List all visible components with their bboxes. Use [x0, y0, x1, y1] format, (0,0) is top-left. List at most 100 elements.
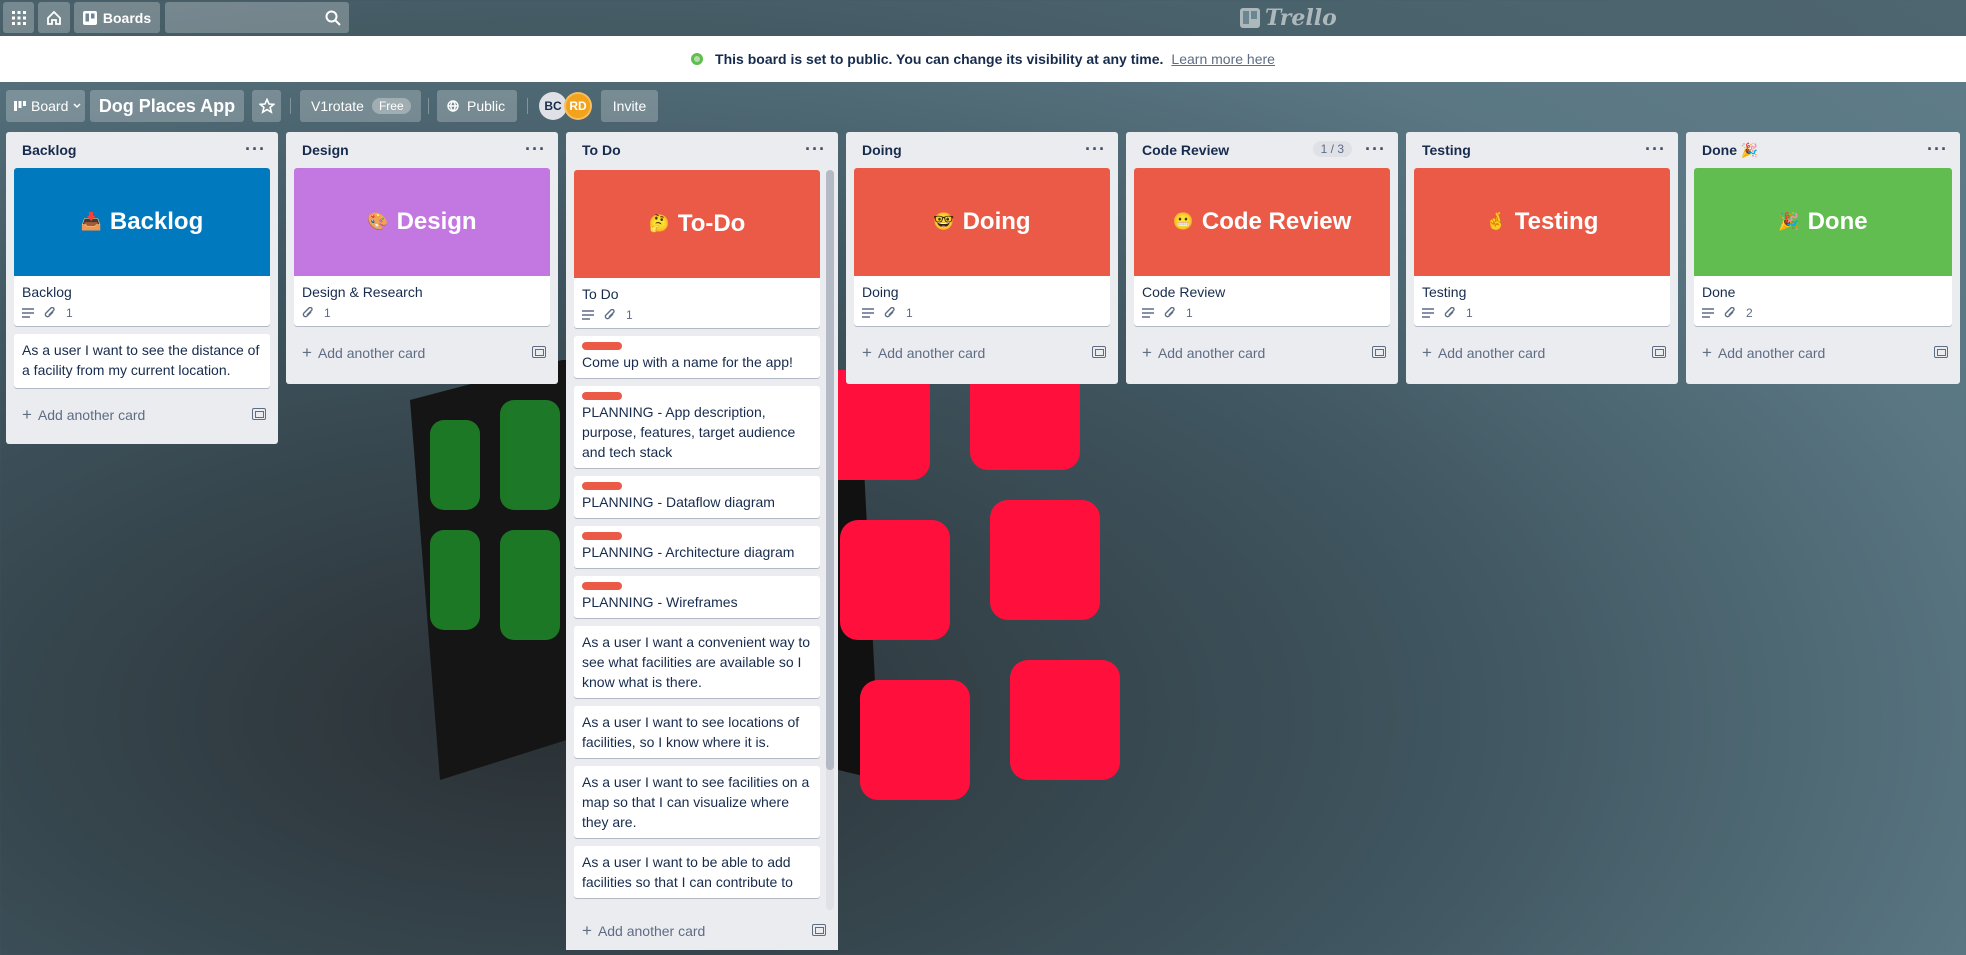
list-title[interactable]: Testing [1422, 142, 1471, 158]
list-title[interactable]: To Do [582, 142, 621, 158]
card-template-icon[interactable] [1372, 346, 1386, 358]
add-card-label: Add another card [1157, 345, 1266, 361]
banner-message: This board is set to public. You can cha… [715, 51, 1164, 67]
list-header[interactable]: Backlog ··· [6, 132, 278, 168]
trello-logo[interactable]: Trello [1240, 4, 1337, 32]
list-card[interactable]: As a user I want a convenient way to see… [574, 626, 820, 698]
list-header[interactable]: Code Review 1 / 3 ··· [1126, 132, 1398, 168]
list-card[interactable]: 😬 Code Review Code Review 1 [1134, 168, 1390, 326]
card-template-icon[interactable] [1934, 346, 1948, 358]
more-icon[interactable]: ··· [245, 139, 266, 160]
more-icon[interactable]: ··· [1645, 139, 1666, 160]
add-card-button[interactable]: + Add another card [286, 334, 558, 372]
list-title[interactable]: Backlog [22, 142, 76, 158]
card-label [574, 526, 820, 540]
add-card-button[interactable]: + Add another card [1126, 334, 1398, 372]
card-title: Code Review [1142, 284, 1226, 300]
add-card-button[interactable]: + Add another card [1406, 334, 1678, 372]
list-header[interactable]: Design ··· [286, 132, 558, 168]
boards-button[interactable]: Boards [74, 2, 160, 33]
list-card[interactable]: PLANNING - Wireframes [574, 576, 820, 618]
list-header[interactable]: Done 🎉 ··· [1686, 132, 1960, 168]
list-title[interactable]: Done 🎉 [1702, 142, 1758, 159]
list-card[interactable]: 🤔 To-Do To Do 1 [574, 170, 820, 328]
search-input[interactable] [165, 2, 315, 33]
learn-more-link[interactable]: Learn more here [1171, 51, 1275, 67]
cover-text: Testing [1514, 208, 1599, 235]
star-board-button[interactable] [252, 90, 281, 122]
add-card-button[interactable]: + Add another card [566, 912, 838, 950]
add-card-label: Add another card [597, 923, 706, 939]
home-icon [47, 10, 61, 25]
visibility-label: Public [467, 98, 506, 114]
more-icon[interactable]: ··· [805, 139, 826, 160]
public-board-banner: This board is set to public. You can cha… [0, 36, 1966, 82]
list-card[interactable]: PLANNING - Dataflow diagram [574, 476, 820, 518]
apps-menu-button[interactable] [3, 2, 34, 33]
member-avatar[interactable]: BC [539, 92, 567, 120]
list-title[interactable]: Doing [862, 142, 902, 158]
board-title[interactable]: Dog Places App [90, 90, 244, 122]
visibility-button[interactable]: Public [437, 90, 517, 122]
list-card[interactable]: 🎉 Done Done 2 [1694, 168, 1952, 326]
description-icon [22, 308, 34, 318]
board-view-label: Board [31, 98, 69, 114]
list-card[interactable]: As a user I want to see facilities on a … [574, 766, 820, 838]
cover-emoji: 🤔 [648, 214, 670, 233]
list-card[interactable]: 📥 Backlog Backlog 1 [14, 168, 270, 326]
more-icon[interactable]: ··· [1927, 139, 1948, 160]
list-header[interactable]: Testing ··· [1406, 132, 1678, 168]
list-done: Done 🎉 ··· 🎉 Done Done 2 + Add another c… [1686, 132, 1960, 384]
header-divider [428, 98, 429, 114]
list-title[interactable]: Design [302, 142, 349, 158]
attachment-count: 1 [1466, 306, 1473, 320]
list-card[interactable]: As a user I want to see locations of fac… [574, 706, 820, 758]
board-view-switcher[interactable]: Board [6, 90, 85, 122]
card-title: To Do [582, 286, 619, 302]
card-cover: 🤓 Doing [854, 168, 1110, 276]
scrollbar-thumb[interactable] [826, 170, 834, 770]
card-title: As a user I want a convenient way to see… [582, 634, 811, 690]
list-card[interactable]: PLANNING - Architecture diagram [574, 526, 820, 568]
card-list-scroll-area: 🤔 To-Do To Do 1 Come up with a name for … [574, 170, 820, 946]
list-card[interactable]: 🎨 Design Design & Research 1 [294, 168, 550, 326]
card-cover: 🎉 Done [1694, 168, 1952, 276]
list-scrollbar[interactable] [826, 170, 834, 910]
attachment-icon [1724, 307, 1736, 319]
more-icon[interactable]: ··· [1365, 139, 1386, 160]
search-icon[interactable] [325, 10, 341, 26]
list-card[interactable]: As a user I want to be able to add facil… [574, 846, 820, 898]
card-title: Testing [1422, 284, 1467, 300]
home-button[interactable] [38, 2, 70, 33]
member-avatar[interactable]: RD [564, 92, 592, 120]
card-template-icon[interactable] [1092, 346, 1106, 358]
trello-logo-icon [1240, 8, 1260, 28]
star-icon [258, 98, 275, 114]
card-template-icon[interactable] [532, 346, 546, 358]
list-backlog: Backlog ··· 📥 Backlog Backlog 1 As a use… [6, 132, 278, 444]
add-card-button[interactable]: + Add another card [1686, 334, 1960, 372]
cover-text: To-Do [677, 210, 746, 237]
card-template-icon[interactable] [1652, 346, 1666, 358]
list-card[interactable]: 🤞 Testing Testing 1 [1414, 168, 1670, 326]
more-icon[interactable]: ··· [1085, 139, 1106, 160]
card-template-icon[interactable] [252, 408, 266, 420]
plus-icon: + [1422, 343, 1432, 362]
add-card-button[interactable]: + Add another card [846, 334, 1118, 372]
more-icon[interactable]: ··· [525, 139, 546, 160]
list-title[interactable]: Code Review [1142, 142, 1229, 158]
description-icon [1422, 308, 1434, 318]
list-card[interactable]: 🤓 Doing Doing 1 [854, 168, 1110, 326]
attachment-count: 1 [66, 306, 73, 320]
add-card-button[interactable]: + Add another card [6, 396, 278, 434]
team-button[interactable]: V1rotate Free [300, 90, 421, 122]
list-header[interactable]: Doing ··· [846, 132, 1118, 168]
list-card[interactable]: Come up with a name for the app! [574, 336, 820, 378]
search-box[interactable] [165, 2, 349, 33]
list-card[interactable]: As a user I want to see the distance of … [14, 334, 270, 388]
card-template-icon[interactable] [812, 924, 826, 936]
invite-button[interactable]: Invite [601, 90, 658, 122]
list-header[interactable]: To Do ··· [566, 132, 838, 168]
team-plan-badge: Free [371, 98, 411, 114]
list-card[interactable]: PLANNING - App description, purpose, fea… [574, 386, 820, 468]
